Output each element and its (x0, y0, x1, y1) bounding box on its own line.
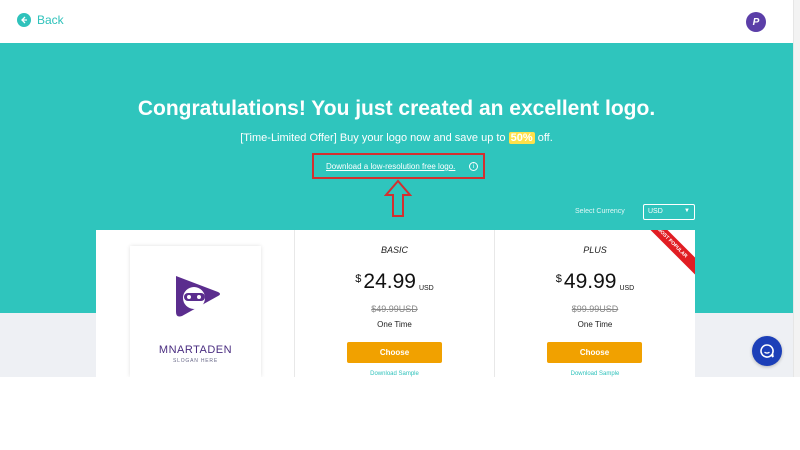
plan-name: BASIC (380, 245, 408, 255)
back-label: Back (37, 13, 64, 27)
currency-label: Select Currency (575, 208, 625, 215)
plan-price: $ 24.99 USD (295, 270, 494, 294)
logo-slogan: SLOGAN HERE (173, 358, 218, 364)
choose-basic-button[interactable]: Choose (347, 342, 442, 363)
offer-suffix: off. (534, 132, 553, 144)
old-price: $99.99USD (571, 304, 619, 314)
currency-symbol: $ (355, 273, 362, 285)
pricing-cards: MNARTADEN SLOGAN HERE BASIC $ 24.99 USD … (96, 230, 695, 377)
avatar[interactable]: P (746, 12, 766, 32)
chat-bubble-icon (760, 344, 774, 358)
currency-symbol: $ (555, 273, 562, 285)
chat-button[interactable] (752, 336, 782, 366)
logo-mark-icon (176, 276, 220, 317)
choose-plus-button[interactable]: Choose (547, 342, 642, 363)
billing-term: One Time (377, 320, 412, 329)
currency-select[interactable]: USD ▼ (643, 204, 695, 220)
price-value: 49.99 (563, 270, 617, 293)
currency-code: USD (418, 285, 434, 292)
price-value: 24.99 (363, 270, 416, 293)
logo-preview: MNARTADEN SLOGAN HERE (130, 246, 261, 377)
info-icon[interactable]: i (469, 162, 478, 171)
back-button[interactable]: Back (17, 13, 64, 27)
plan-name: PLUS (583, 245, 607, 255)
download-sample-link[interactable]: Download Sample (295, 371, 494, 377)
plan-price: $ 49.99 USD (495, 270, 695, 294)
arrow-left-icon (17, 13, 31, 27)
old-price: $49.99USD (371, 304, 418, 314)
scrollbar[interactable] (793, 0, 800, 377)
logo-preview-column: MNARTADEN SLOGAN HERE (96, 230, 295, 377)
page-title: Congratulations! You just created an exc… (137, 97, 656, 120)
offer-prefix: [Time-Limited Offer] Buy your logo now a… (240, 132, 509, 144)
currency-value: USD (648, 208, 663, 215)
plan-card-basic: BASIC $ 24.99 USD $49.99USD One Time Cho… (295, 230, 495, 377)
plan-card-plus: MOST POPULAR PLUS $ 49.99 USD $99.99USD … (495, 230, 695, 377)
download-sample-link[interactable]: Download Sample (495, 371, 695, 377)
download-free-logo-link[interactable]: Download a low-resolution free logo. (326, 162, 455, 171)
offer-text: [Time-Limited Offer] Buy your logo now a… (0, 132, 793, 144)
caret-down-icon: ▼ (684, 208, 690, 214)
logo-brand-name: MNARTADEN (158, 344, 233, 356)
billing-term: One Time (577, 320, 613, 329)
discount-badge: 50% (508, 132, 535, 144)
top-bar: Back P (0, 0, 793, 43)
annotation-arrow-icon (384, 179, 412, 217)
currency-code: USD (619, 285, 635, 292)
